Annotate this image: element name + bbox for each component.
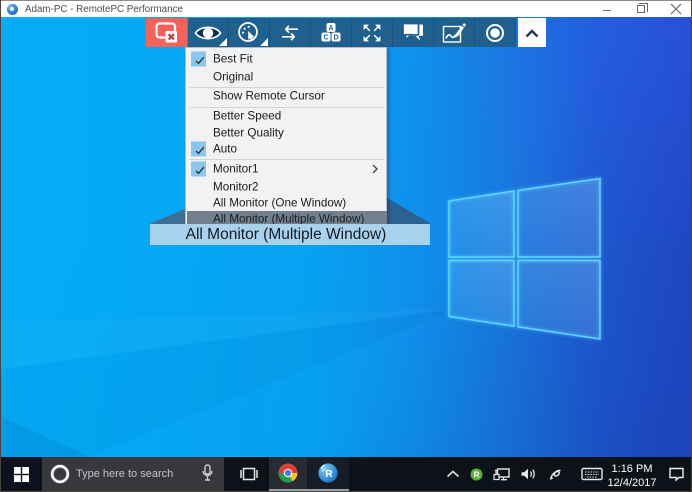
svg-text:R: R (325, 469, 333, 480)
svg-text:A: A (328, 25, 333, 32)
svg-text:D: D (333, 34, 338, 41)
svg-text:R: R (473, 469, 479, 479)
svg-text:C: C (323, 34, 328, 41)
